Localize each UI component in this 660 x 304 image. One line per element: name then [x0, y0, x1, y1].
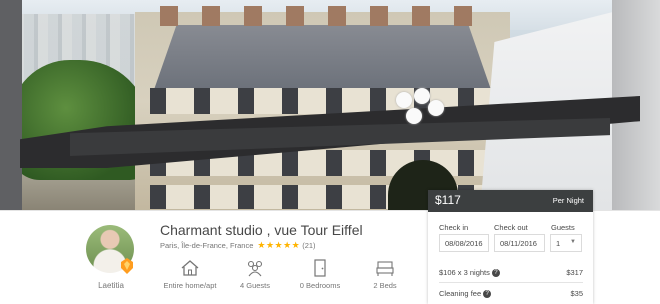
price-line-amount: $317 — [566, 268, 583, 277]
listing-location-row: Paris, Île-de-France, France ★★★★★ (21) — [160, 240, 316, 251]
per-night-label: Per Night — [552, 196, 584, 205]
price-line-label: Cleaning fee? — [439, 289, 492, 299]
chevron-down-icon: ▼ — [570, 239, 576, 245]
price-line-nights: $106 x 3 nights? $317 — [439, 268, 583, 278]
amenity-beds: 2 Beds — [353, 259, 417, 290]
amenity-label: 0 Bedrooms — [299, 281, 341, 290]
rating-stars[interactable]: ★★★★★ — [257, 240, 300, 251]
amenity-guests: 4 Guests — [223, 259, 287, 290]
check-in-input[interactable]: 08/08/2016 — [439, 234, 489, 252]
guests-select[interactable]: 1 ▼ — [550, 234, 582, 252]
bed-icon — [376, 261, 394, 276]
booking-widget: $117 Per Night Check in Check out Guests… — [428, 190, 593, 304]
price-bar: $117 Per Night — [428, 190, 593, 212]
amenity-bedrooms: 0 Bedrooms — [288, 259, 352, 290]
listing-location[interactable]: Paris, Île-de-France, France — [160, 241, 253, 250]
check-out-label: Check out — [494, 223, 528, 232]
price-line-amount: $35 — [570, 289, 583, 298]
amenity-label: 2 Beds — [373, 281, 397, 290]
photo-window-frame — [0, 0, 22, 210]
superhost-badge-icon — [121, 258, 133, 274]
check-in-label: Check in — [439, 223, 469, 232]
host-name[interactable]: Laetitia — [88, 281, 134, 290]
help-icon[interactable]: ? — [483, 290, 492, 299]
amenity-room-type: Entire home/apt — [158, 259, 222, 290]
photo-orchid — [392, 88, 448, 128]
guests-value: 1 — [556, 239, 561, 248]
amenity-label: Entire home/apt — [163, 281, 217, 290]
nightly-price: $117 — [435, 193, 461, 207]
price-line-cleaning: Cleaning fee? $35 — [439, 289, 583, 299]
door-icon — [314, 259, 326, 277]
house-icon — [181, 260, 199, 276]
guests-icon — [247, 260, 263, 277]
listing-title: Charmant studio , vue Tour Eiffel — [160, 222, 363, 238]
help-icon[interactable]: ? — [491, 269, 500, 278]
divider — [439, 282, 583, 283]
listing-hero-photo[interactable] — [0, 0, 660, 210]
review-count[interactable]: (21) — [302, 241, 315, 250]
price-line-label: $106 x 3 nights? — [439, 268, 500, 278]
photo-roof — [154, 25, 491, 88]
photo-chimneys — [160, 6, 490, 26]
amenity-label: 4 Guests — [239, 281, 270, 290]
guests-label: Guests — [551, 223, 575, 232]
check-out-input[interactable]: 08/11/2016 — [494, 234, 545, 252]
